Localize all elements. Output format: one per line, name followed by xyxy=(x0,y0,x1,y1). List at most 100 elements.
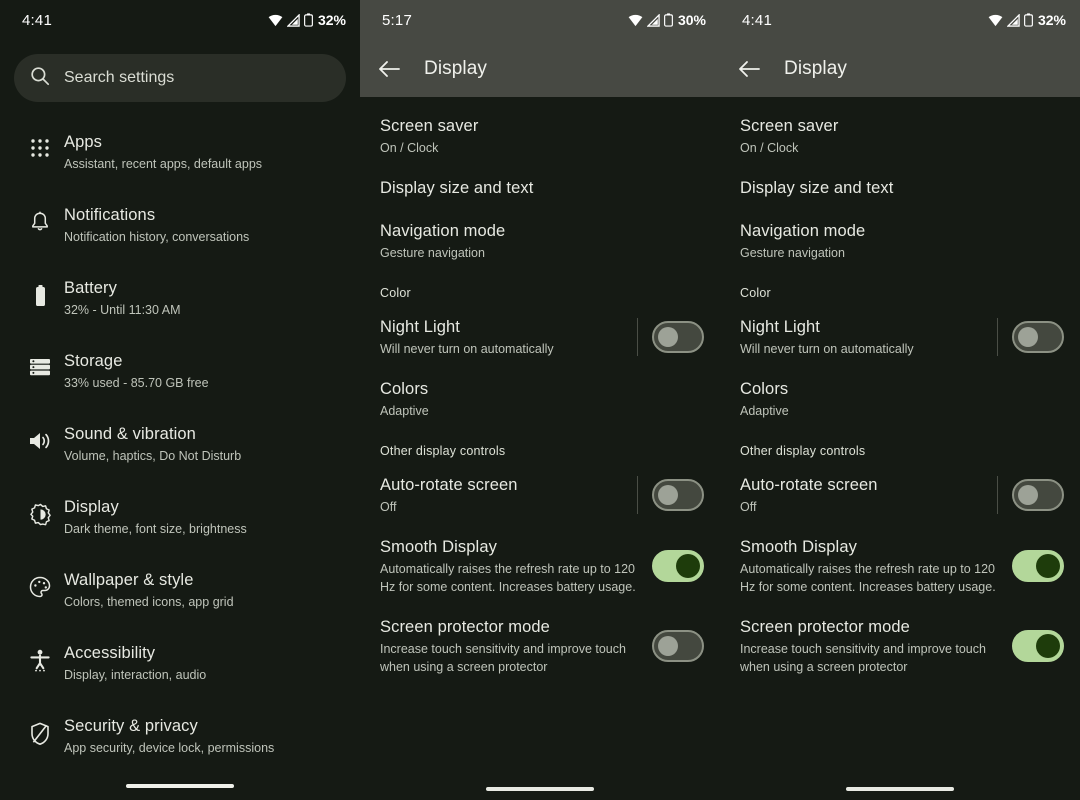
list-item-text: Colors Adaptive xyxy=(380,378,704,420)
list-item-colors[interactable]: Colors Adaptive xyxy=(360,368,720,430)
cell-signal-icon xyxy=(1006,13,1020,27)
list-item-text: Screen saver On / Clock xyxy=(380,115,704,157)
list-item-subtitle: Will never turn on automatically xyxy=(380,342,554,356)
sidebar-item-label: Sound & vibration xyxy=(64,425,196,443)
back-arrow-icon[interactable] xyxy=(736,56,762,82)
gesture-nav-bar[interactable] xyxy=(486,787,594,791)
night-light-toggle[interactable] xyxy=(652,321,704,353)
gesture-nav-bar[interactable] xyxy=(846,787,954,791)
brightness-icon xyxy=(16,496,64,526)
list-item-screen-protector-mode[interactable]: Screen protector mode Increase touch sen… xyxy=(720,606,1080,686)
toggle-knob xyxy=(676,554,700,578)
list-item-label: Night Light xyxy=(740,318,820,336)
list-item-label: Screen protector mode xyxy=(380,618,550,636)
row-divider xyxy=(637,318,638,356)
list-item-night-light[interactable]: Night Light Will never turn on automatic… xyxy=(720,306,1080,368)
list-item-label: Navigation mode xyxy=(380,222,506,240)
auto-rotate-toggle[interactable] xyxy=(652,479,704,511)
section-header-color: Color xyxy=(740,286,771,300)
screen-protector-toggle[interactable] xyxy=(652,630,704,662)
list-item-text: Screen protector mode Increase touch sen… xyxy=(380,616,652,676)
sidebar-item-storage[interactable]: Storage 33% used - 85.70 GB free xyxy=(0,339,360,412)
row-divider xyxy=(997,318,998,356)
list-item-screen-saver[interactable]: Screen saver On / Clock xyxy=(720,105,1080,167)
list-item-smooth-display[interactable]: Smooth Display Automatically raises the … xyxy=(360,526,720,606)
row-divider xyxy=(997,476,998,514)
list-item-auto-rotate-screen[interactable]: Auto-rotate screen Off xyxy=(720,464,1080,526)
search-icon xyxy=(30,66,50,91)
list-item-text: Screen protector mode Increase touch sen… xyxy=(740,616,1012,676)
sidebar-item-subtitle: Display, interaction, audio xyxy=(64,668,207,682)
list-item-text: Navigation mode Gesture navigation xyxy=(740,220,1064,262)
sidebar-item-sound-vibration[interactable]: Sound & vibration Volume, haptics, Do No… xyxy=(0,412,360,485)
app-bar: Display xyxy=(720,40,1080,97)
page-title: Display xyxy=(424,57,487,79)
screen-protector-toggle[interactable] xyxy=(1012,630,1064,662)
list-item-auto-rotate-screen[interactable]: Auto-rotate screen Off xyxy=(360,464,720,526)
sidebar-item-text: Display Dark theme, font size, brightnes… xyxy=(64,496,344,538)
list-item-smooth-display[interactable]: Smooth Display Automatically raises the … xyxy=(720,526,1080,606)
list-item-screen-saver[interactable]: Screen saver On / Clock xyxy=(360,105,720,167)
list-item-navigation-mode[interactable]: Navigation mode Gesture navigation xyxy=(360,210,720,272)
sidebar-item-subtitle: App security, device lock, permissions xyxy=(64,741,275,755)
back-arrow-icon[interactable] xyxy=(376,56,402,82)
sidebar-item-subtitle: Assistant, recent apps, default apps xyxy=(64,157,263,171)
sidebar-item-label: Storage xyxy=(64,352,123,370)
smooth-display-toggle[interactable] xyxy=(652,550,704,582)
list-item-label: Auto-rotate screen xyxy=(380,476,518,494)
toggle-knob xyxy=(658,636,678,656)
sidebar-item-text: Notifications Notification history, conv… xyxy=(64,204,344,246)
list-item-screen-protector-mode[interactable]: Screen protector mode Increase touch sen… xyxy=(360,606,720,686)
sidebar-item-notifications[interactable]: Notifications Notification history, conv… xyxy=(0,193,360,266)
battery-percent: 32% xyxy=(1037,12,1066,28)
status-bar-clock: 4:41 xyxy=(22,11,52,29)
list-item-subtitle: On / Clock xyxy=(740,141,799,155)
panel-settings-home: 4:41 32% Search settings Apps Assistant,… xyxy=(0,0,360,800)
list-item-navigation-mode[interactable]: Navigation mode Gesture navigation xyxy=(720,210,1080,272)
sidebar-item-subtitle: 33% used - 85.70 GB free xyxy=(64,376,209,390)
sidebar-item-wallpaper-style[interactable]: Wallpaper & style Colors, themed icons, … xyxy=(0,558,360,631)
status-bar: 5:17 30% xyxy=(360,0,720,40)
list-item-display-size-and-text[interactable]: Display size and text xyxy=(720,167,1080,210)
sidebar-item-accessibility[interactable]: Accessibility Display, interaction, audi… xyxy=(0,631,360,704)
list-item-label: Screen saver xyxy=(380,117,479,135)
battery-icon xyxy=(16,277,64,308)
battery-icon xyxy=(664,13,673,27)
sidebar-item-security-privacy[interactable]: Security & privacy App security, device … xyxy=(0,704,360,777)
accessibility-icon xyxy=(16,642,64,673)
sidebar-item-label: Display xyxy=(64,498,119,516)
list-item-text: Screen saver On / Clock xyxy=(740,115,1064,157)
toggle-knob xyxy=(1018,327,1038,347)
auto-rotate-toggle[interactable] xyxy=(1012,479,1064,511)
gesture-nav-bar[interactable] xyxy=(126,784,234,788)
list-item-night-light[interactable]: Night Light Will never turn on automatic… xyxy=(360,306,720,368)
toggle-knob xyxy=(1036,554,1060,578)
list-item-text: Display size and text xyxy=(740,177,1064,200)
list-item-subtitle: Increase touch sensitivity and improve t… xyxy=(740,642,986,674)
sidebar-item-display[interactable]: Display Dark theme, font size, brightnes… xyxy=(0,485,360,558)
section-header-color: Color xyxy=(380,286,411,300)
list-item-subtitle: Automatically raises the refresh rate up… xyxy=(380,562,636,594)
sidebar-item-text: Accessibility Display, interaction, audi… xyxy=(64,642,344,684)
smooth-display-toggle[interactable] xyxy=(1012,550,1064,582)
sidebar-item-apps[interactable]: Apps Assistant, recent apps, default app… xyxy=(0,120,360,193)
list-item-label: Auto-rotate screen xyxy=(740,476,878,494)
search-input[interactable]: Search settings xyxy=(14,54,346,102)
bell-icon xyxy=(16,204,64,233)
list-item-subtitle: Will never turn on automatically xyxy=(740,342,914,356)
list-item-display-size-and-text[interactable]: Display size and text xyxy=(360,167,720,210)
toggle-knob xyxy=(1018,485,1038,505)
list-item-subtitle: Gesture navigation xyxy=(740,246,845,260)
sidebar-item-battery[interactable]: Battery 32% - Until 11:30 AM xyxy=(0,266,360,339)
list-item-subtitle: On / Clock xyxy=(380,141,439,155)
list-item-colors[interactable]: Colors Adaptive xyxy=(720,368,1080,430)
battery-percent: 30% xyxy=(677,12,706,28)
palette-icon xyxy=(16,569,64,598)
list-item-text: Night Light Will never turn on automatic… xyxy=(380,316,637,358)
status-bar-icons: 30% xyxy=(628,12,706,28)
list-item-label: Screen saver xyxy=(740,117,839,135)
night-light-toggle[interactable] xyxy=(1012,321,1064,353)
list-item-label: Smooth Display xyxy=(740,538,857,556)
list-item-subtitle: Gesture navigation xyxy=(380,246,485,260)
battery-percent: 32% xyxy=(317,12,346,28)
